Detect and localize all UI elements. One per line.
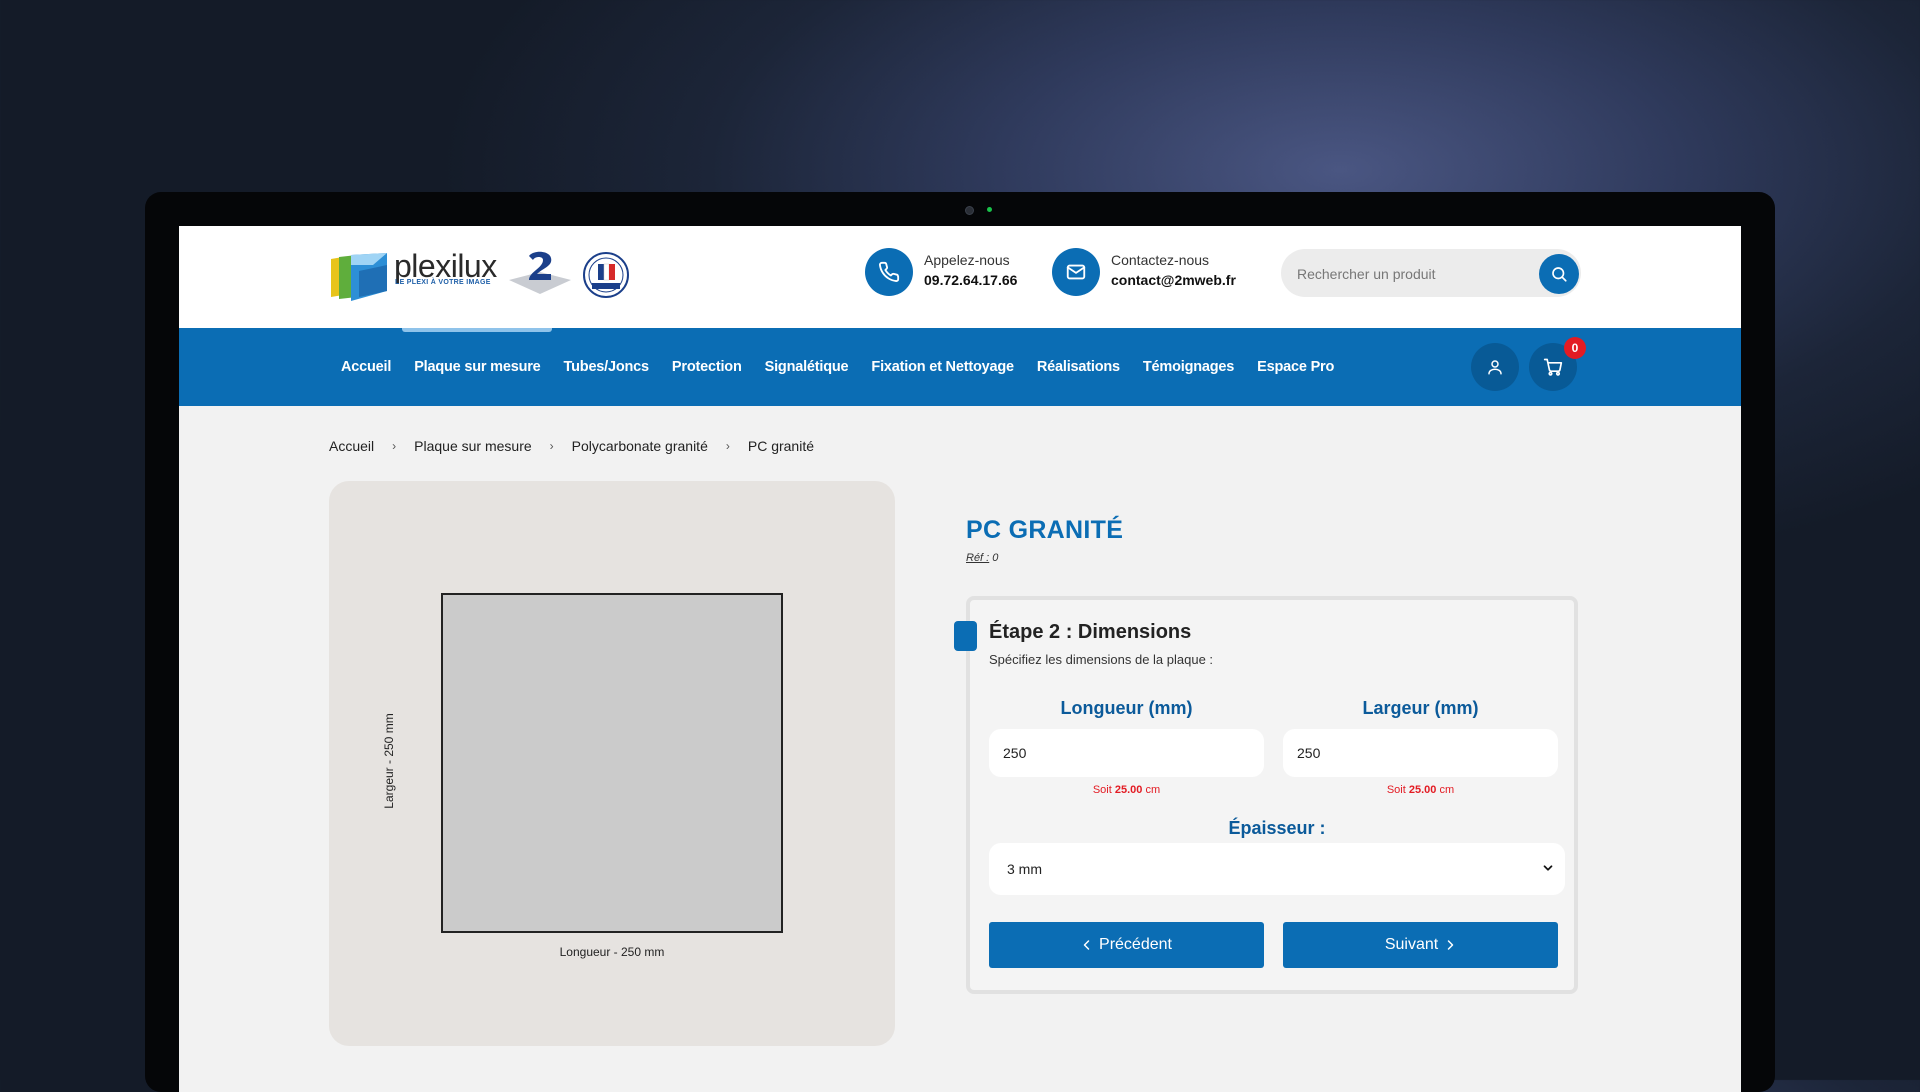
length-field-label: Longueur (mm) xyxy=(1060,698,1193,718)
product-title: PC GRANITÉ xyxy=(966,516,1124,544)
phone-number[interactable]: 09.72.64.17.66 xyxy=(924,272,1017,288)
search-input[interactable] xyxy=(1295,249,1519,299)
breadcrumb-separator-icon: › xyxy=(392,439,397,453)
chevron-left-icon xyxy=(1083,940,1090,950)
thickness-field-label: Épaisseur : xyxy=(1228,818,1326,838)
nav-item-plaque-sur-mesure[interactable]: Plaque sur mesure xyxy=(414,359,541,375)
thickness-select[interactable]: 3 mm xyxy=(989,843,1565,895)
step-subtitle: Spécifiez les dimensions de la plaque : xyxy=(989,652,1214,667)
user-icon xyxy=(1488,360,1502,375)
breadcrumb-item-plaque-sur-mesure[interactable]: Plaque sur mesure xyxy=(414,438,532,454)
cart-icon xyxy=(1543,358,1563,376)
thickness-selected-value: 3 mm xyxy=(1007,861,1042,877)
width-conversion: Soit 25.00 cm xyxy=(1283,784,1558,796)
account-button[interactable] xyxy=(1471,343,1519,391)
previous-button[interactable]: Précédent xyxy=(989,922,1264,968)
plate-preview-panel: Longueur - 250 mm Largeur - 250 mm xyxy=(329,481,895,1046)
breadcrumb-item-accueil[interactable]: Accueil xyxy=(329,438,374,454)
search-icon xyxy=(1552,267,1567,282)
width-conversion-value: 25.00 xyxy=(1408,784,1437,796)
fabrication-francaise-badge-icon xyxy=(583,252,629,298)
nav-item-protection[interactable]: Protection xyxy=(672,359,742,375)
nav-item-espace-pro[interactable]: Espace Pro xyxy=(1257,359,1334,375)
breadcrumb-separator-icon: › xyxy=(725,439,730,453)
search-button[interactable] xyxy=(1539,254,1579,294)
product-reference: Réf : 0 xyxy=(966,552,998,564)
width-dimension-label: Largeur - 250 mm xyxy=(382,713,396,809)
previous-button-label: Précédent xyxy=(1099,936,1172,953)
width-conversion-unit: cm xyxy=(1439,784,1455,796)
width-conversion-prefix: Soit xyxy=(1386,784,1406,796)
camera-lens xyxy=(965,206,974,215)
width-input[interactable] xyxy=(1283,729,1558,777)
chevron-right-icon xyxy=(1447,940,1454,950)
phone-label: Appelez-nous xyxy=(924,252,1010,268)
artisan-badge-icon xyxy=(509,251,571,294)
search-bar xyxy=(1281,249,1581,299)
length-input[interactable] xyxy=(989,729,1264,777)
next-button[interactable]: Suivant xyxy=(1283,922,1558,968)
main-navigation: Accueil Plaque sur mesure Tubes/Joncs Pr… xyxy=(179,328,1741,406)
nav-items: Accueil Plaque sur mesure Tubes/Joncs Pr… xyxy=(341,328,1357,406)
length-conversion-unit: cm xyxy=(1145,784,1161,796)
chevron-down-icon xyxy=(1543,865,1553,871)
camera-indicator-light xyxy=(987,207,992,212)
width-field-label: Largeur (mm) xyxy=(1362,698,1479,718)
length-conversion-prefix: Soit xyxy=(1092,784,1112,796)
plate-preview-shape xyxy=(441,593,783,933)
nav-item-tubes-joncs[interactable]: Tubes/Joncs xyxy=(564,359,650,375)
next-button-label: Suivant xyxy=(1384,936,1439,953)
nav-item-temoignages[interactable]: Témoignages xyxy=(1143,359,1234,375)
site-header: plexilux LE PLEXI À VOTRE IMAGE Appelez-… xyxy=(179,226,1741,328)
step-title: Étape 2 : Dimensions xyxy=(989,621,1192,643)
nav-item-accueil[interactable]: Accueil xyxy=(341,359,391,375)
email-address[interactable]: contact@2mweb.fr xyxy=(1111,272,1236,288)
breadcrumb-item-current: PC granité xyxy=(747,438,815,454)
breadcrumb-separator-icon: › xyxy=(549,439,554,453)
product-reference-value: 0 xyxy=(992,552,999,564)
nav-item-signaletique[interactable]: Signalétique xyxy=(765,359,849,375)
plexilux-logo-icon[interactable] xyxy=(329,251,389,303)
breadcrumb-item-polycarbonate-granite[interactable]: Polycarbonate granité xyxy=(572,438,708,454)
email-label: Contactez-nous xyxy=(1111,252,1210,268)
length-conversion: Soit 25.00 cm xyxy=(989,784,1264,796)
nav-item-realisations[interactable]: Réalisations xyxy=(1037,359,1120,375)
product-reference-label: Réf : xyxy=(966,552,990,564)
phone-icon[interactable] xyxy=(865,248,913,296)
brand-tagline: LE PLEXI À VOTRE IMAGE xyxy=(395,279,491,286)
length-conversion-value: 25.00 xyxy=(1114,784,1143,796)
mail-icon[interactable] xyxy=(1052,248,1100,296)
step-marker xyxy=(954,621,977,651)
length-dimension-label: Longueur - 250 mm xyxy=(559,945,665,959)
cart-count-badge: 0 xyxy=(1564,337,1586,359)
browser-screen: plexilux LE PLEXI À VOTRE IMAGE Appelez-… xyxy=(179,226,1741,1092)
nav-item-fixation-nettoyage[interactable]: Fixation et Nettoyage xyxy=(871,359,1014,375)
laptop-frame: plexilux LE PLEXI À VOTRE IMAGE Appelez-… xyxy=(145,192,1775,1092)
breadcrumb: Accueil › Plaque sur mesure › Polycarbon… xyxy=(329,438,814,454)
